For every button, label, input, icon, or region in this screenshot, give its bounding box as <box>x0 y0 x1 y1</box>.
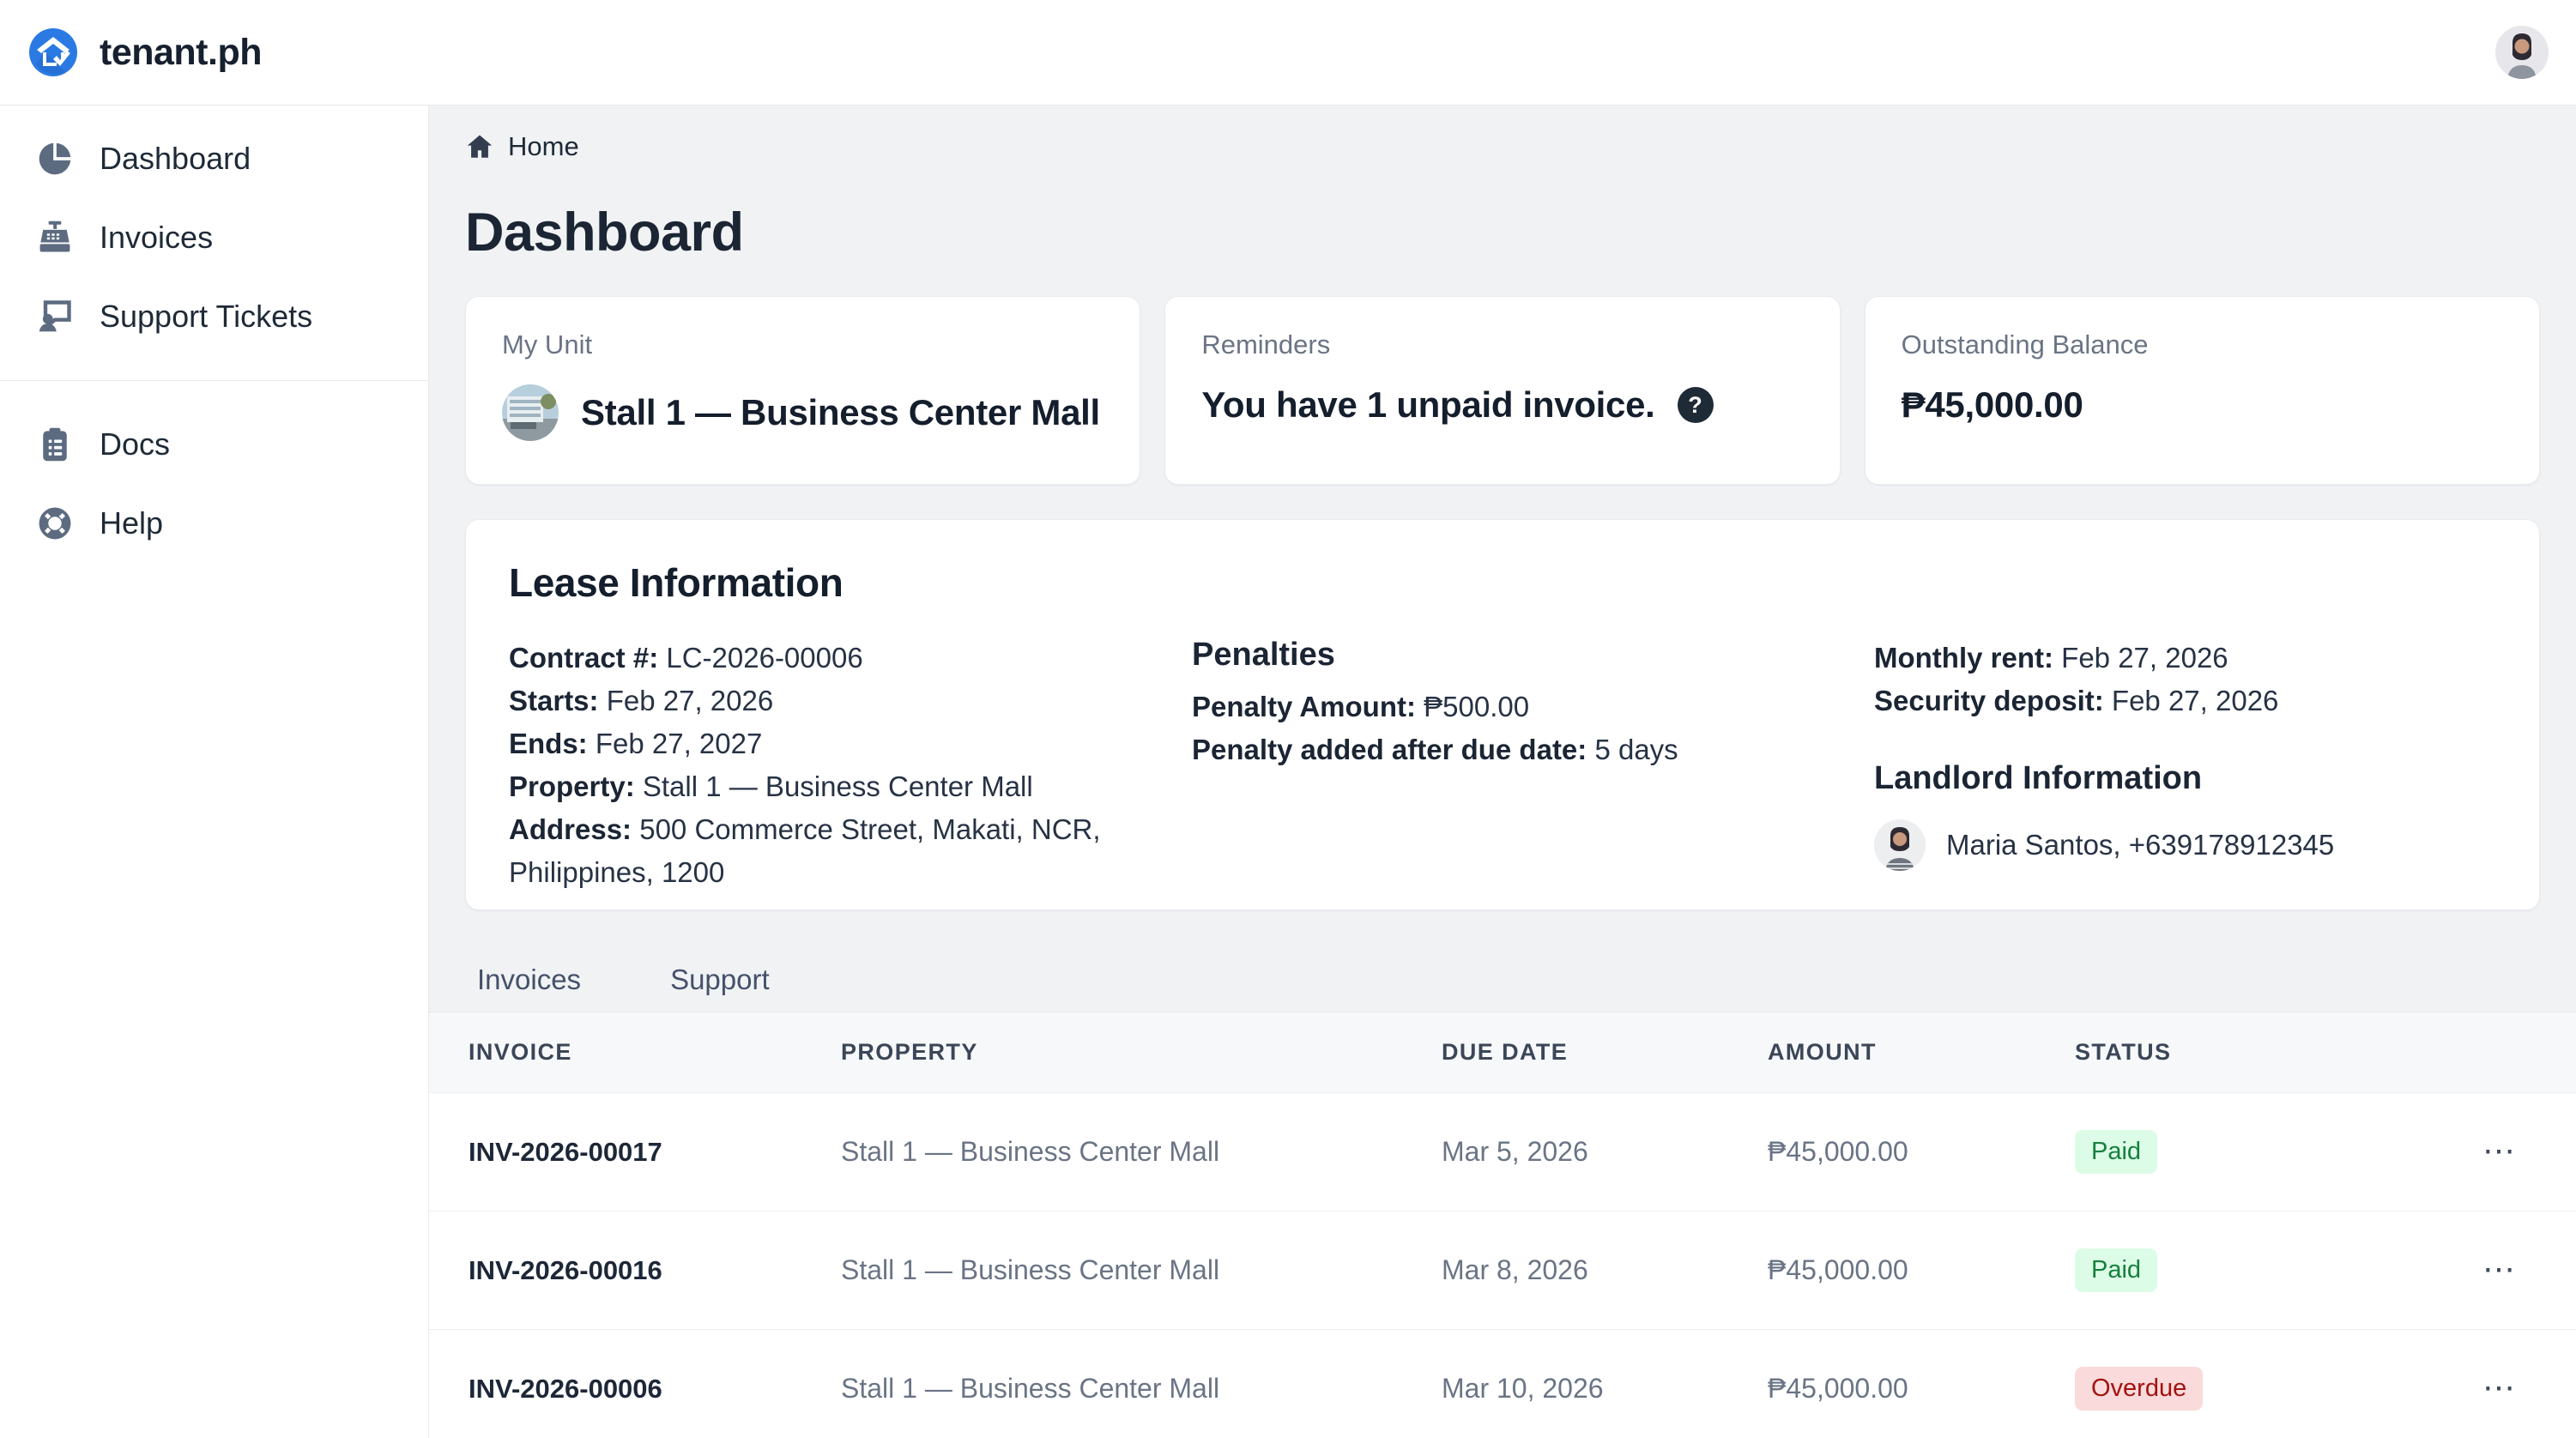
row-actions-menu-button[interactable]: ⋯ <box>2474 1135 2525 1168</box>
column-header-status: STATUS <box>2075 1012 2465 1093</box>
unit-photo-thumbnail <box>502 384 559 441</box>
penalty-amount-value: ₱500.00 <box>1424 691 1529 722</box>
lease-information-card: Lease Information Contract #: LC-2026-00… <box>465 519 2540 910</box>
invoice-property: Stall 1 — Business Center Mall <box>841 1211 1442 1330</box>
invoice-due-date: Mar 8, 2026 <box>1442 1211 1768 1330</box>
invoice-due-date: Mar 5, 2026 <box>1442 1093 1768 1211</box>
card-label: My Unit <box>502 329 1104 360</box>
outstanding-balance-value: ₱45,000.00 <box>1902 384 2083 426</box>
tab-invoices[interactable]: Invoices <box>477 964 581 996</box>
table-header-row: INVOICE PROPERTY DUE DATE AMOUNT STATUS <box>429 1012 2576 1093</box>
landlord-avatar <box>1874 819 1926 871</box>
invoice-property: Stall 1 — Business Center Mall <box>841 1330 1442 1438</box>
sidebar-item-docs[interactable]: Docs <box>0 405 428 484</box>
landlord-contact: Maria Santos, +639178912345 <box>1946 829 2334 861</box>
ends-value: Feb 27, 2027 <box>596 728 763 759</box>
pie-chart-icon <box>36 140 74 178</box>
sidebar-item-label: Docs <box>100 426 170 462</box>
tab-support[interactable]: Support <box>670 964 770 996</box>
monthly-rent-value: Feb 27, 2026 <box>2061 642 2228 674</box>
invoice-due-date: Mar 10, 2026 <box>1442 1330 1768 1438</box>
address-label: Address: <box>509 813 632 845</box>
monthly-rent-label: Monthly rent: <box>1874 642 2053 674</box>
tenant-logo-icon <box>27 27 79 78</box>
sidebar-item-invoices[interactable]: Invoices <box>0 198 428 277</box>
sidebar-item-help[interactable]: Help <box>0 484 428 563</box>
invoice-number: INV-2026-00016 <box>429 1211 841 1330</box>
outstanding-balance-card: Outstanding Balance ₱45,000.00 <box>1865 296 2540 485</box>
table-row: INV-2026-00016 Stall 1 — Business Center… <box>429 1211 2576 1330</box>
my-unit-card: My Unit Stall 1 — Business Center Mall <box>465 296 1140 485</box>
penalty-amount-label: Penalty Amount: <box>1192 691 1416 722</box>
penalties-column: Penalties Penalty Amount: ₱500.00 Penalt… <box>1192 637 1874 771</box>
invoices-table: INVOICE PROPERTY DUE DATE AMOUNT STATUS … <box>429 1012 2576 1438</box>
sidebar-divider <box>0 380 428 381</box>
column-header-property: PROPERTY <box>841 1012 1442 1093</box>
contract-value: LC-2026-00006 <box>666 642 862 674</box>
breadcrumb-home-link[interactable]: Home <box>508 131 579 162</box>
column-header-due-date: DUE DATE <box>1442 1012 1768 1093</box>
brand-home-link[interactable]: tenant.ph <box>27 27 262 78</box>
sidebar-item-label: Support Tickets <box>100 299 312 335</box>
landlord-title: Landlord Information <box>1874 760 2496 797</box>
status-badge: Overdue <box>2075 1367 2203 1411</box>
penalty-after-value: 5 days <box>1594 734 1678 765</box>
row-actions-menu-button[interactable]: ⋯ <box>2474 1254 2525 1286</box>
invoice-property: Stall 1 — Business Center Mall <box>841 1093 1442 1211</box>
bottom-tabs: Invoices Support <box>429 948 2576 1012</box>
sidebar-item-label: Dashboard <box>100 141 251 177</box>
profile-avatar[interactable] <box>2495 26 2549 79</box>
summary-cards: My Unit Stall 1 — Business Center Mall <box>465 296 2540 485</box>
lease-title: Lease Information <box>509 559 2496 606</box>
contract-label: Contract #: <box>509 642 658 674</box>
help-circle-icon[interactable]: ? <box>1678 387 1714 423</box>
invoice-number: INV-2026-00017 <box>429 1093 841 1211</box>
sidebar: Dashboard Invoices Support Tickets <box>0 106 429 1438</box>
penalty-after-label: Penalty added after due date: <box>1192 734 1587 765</box>
property-value: Stall 1 — Business Center Mall <box>643 770 1033 802</box>
penalties-title: Penalties <box>1192 637 1874 674</box>
page-title: Dashboard <box>465 202 2540 263</box>
column-header-amount: AMOUNT <box>1768 1012 2075 1093</box>
brand-name: tenant.ph <box>100 32 262 74</box>
sidebar-item-label: Help <box>100 505 163 541</box>
invoice-amount: ₱45,000.00 <box>1768 1211 2075 1330</box>
main-content: Home Dashboard My Unit <box>429 106 2576 1438</box>
rent-landlord-column: Monthly rent: Feb 27, 2026 Security depo… <box>1874 637 2496 871</box>
property-label: Property: <box>509 770 635 802</box>
table-row: INV-2026-00017 Stall 1 — Business Center… <box>429 1093 2576 1211</box>
reminders-card: Reminders You have 1 unpaid invoice. ? <box>1164 296 1840 485</box>
cash-register-icon <box>36 219 74 257</box>
status-badge: Paid <box>2075 1130 2157 1174</box>
card-label: Outstanding Balance <box>1902 329 2503 360</box>
sidebar-item-label: Invoices <box>100 220 213 256</box>
table-row: INV-2026-00006 Stall 1 — Business Center… <box>429 1330 2576 1438</box>
starts-label: Starts: <box>509 685 599 716</box>
lease-details-column: Contract #: LC-2026-00006 Starts: Feb 27… <box>509 637 1192 894</box>
security-deposit-label: Security deposit: <box>1874 685 2104 716</box>
my-unit-value: Stall 1 — Business Center Mall <box>581 392 1100 433</box>
reminders-value: You have 1 unpaid invoice. <box>1201 384 1654 426</box>
starts-value: Feb 27, 2026 <box>607 685 774 716</box>
card-label: Reminders <box>1201 329 1803 360</box>
top-bar: tenant.ph <box>0 0 2576 106</box>
invoice-amount: ₱45,000.00 <box>1768 1093 2075 1211</box>
security-deposit-value: Feb 27, 2026 <box>2112 685 2279 716</box>
clipboard-icon <box>36 426 74 463</box>
sidebar-item-support-tickets[interactable]: Support Tickets <box>0 277 428 356</box>
life-buoy-icon <box>36 505 74 542</box>
invoice-number: INV-2026-00006 <box>429 1330 841 1438</box>
breadcrumb: Home <box>465 131 2540 162</box>
sidebar-item-dashboard[interactable]: Dashboard <box>0 119 428 198</box>
invoice-amount: ₱45,000.00 <box>1768 1330 2075 1438</box>
status-badge: Paid <box>2075 1248 2157 1292</box>
column-header-invoice: INVOICE <box>429 1012 841 1093</box>
support-agent-icon <box>36 298 74 335</box>
home-icon <box>465 132 494 161</box>
row-actions-menu-button[interactable]: ⋯ <box>2474 1372 2525 1405</box>
ends-label: Ends: <box>509 728 588 759</box>
